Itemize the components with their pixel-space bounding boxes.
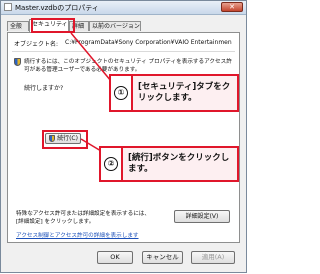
properties-dialog: Master.vzdbのプロパティ ✕ 全般 セキュリティ 詳細 以前のバージョ… [0,0,247,273]
callout-connectors [70,32,112,152]
connector-line-1 [70,32,112,82]
callout-1-number: ① [114,86,128,100]
callout-2-text: [続行]ボタンをクリックします。 [128,153,230,174]
callout-2: ② [続行]ボタンをクリックします。 [99,146,239,182]
continue-button-highlight [42,130,88,149]
callout-2-number: ② [104,157,118,171]
security-tab-highlight [31,18,75,33]
callout-1-text: [セキュリティ]タブをクリックします。 [138,82,231,103]
callout-1: ① [セキュリティ]タブをクリックします。 [109,74,239,112]
